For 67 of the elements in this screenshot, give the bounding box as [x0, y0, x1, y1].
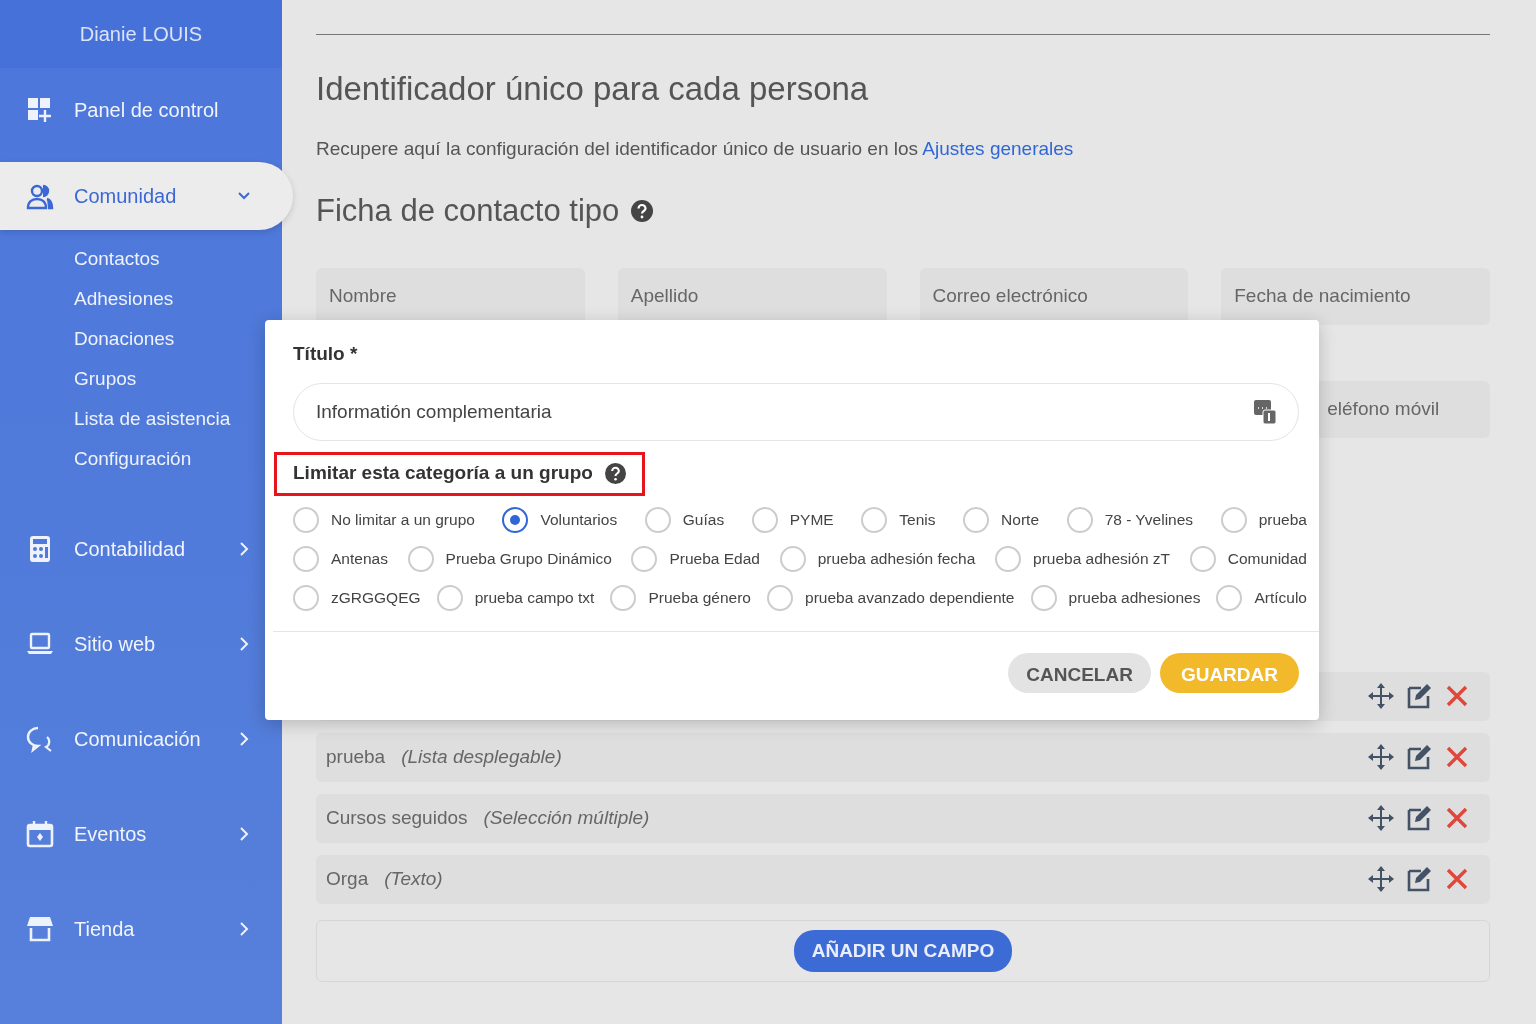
sidebar-item[interactable]: Eventos: [0, 809, 282, 859]
sidebar-item[interactable]: Contabilidad: [0, 524, 282, 574]
translate-icon: [1253, 398, 1277, 425]
people-icon: [26, 182, 54, 210]
edit-icon[interactable]: [1406, 805, 1432, 832]
edit-icon[interactable]: [1406, 866, 1432, 893]
grid-icon: [26, 96, 54, 124]
group-radio[interactable]: Prueba Edad: [631, 542, 760, 575]
edit-icon[interactable]: [1406, 744, 1432, 771]
edit-icon[interactable]: [1406, 683, 1432, 710]
intro-text: Recupere aquí la configuración del identificador único de usuario en los Ajustes generales: [316, 138, 1074, 160]
sidebar-item[interactable]: Sitio web: [0, 619, 282, 669]
group-radio[interactable]: No limitar a un grupo: [293, 503, 475, 536]
section-title: Ficha de contacto tipo: [316, 193, 620, 228]
sidebar-item[interactable]: Tienda: [0, 904, 282, 954]
user-name: Dianie LOUIS: [0, 0, 282, 68]
group-radio[interactable]: Tenis: [861, 503, 936, 536]
add-field-button[interactable]: AÑADIR UN CAMPO: [793, 929, 1013, 973]
group-radio[interactable]: prueba campo txt: [436, 581, 595, 614]
group-radio[interactable]: Prueba género: [610, 581, 751, 614]
field-chip[interactable]: Fecha de nacimiento: [1221, 267, 1490, 325]
group-radio[interactable]: Antenas: [293, 542, 388, 575]
field-type: (Lista desplegable): [401, 745, 562, 770]
group-radio[interactable]: Comunidad: [1189, 542, 1307, 575]
move-icon[interactable]: [1368, 744, 1394, 771]
move-icon[interactable]: [1368, 683, 1394, 710]
sidebar-item[interactable]: Comunidad: [0, 162, 293, 230]
store-icon: [26, 915, 54, 943]
group-radio[interactable]: 78 - Yvelines: [1066, 503, 1194, 536]
field-type: (Selección múltiple): [483, 806, 650, 831]
sidebar-item[interactable]: Comunicación: [0, 714, 282, 764]
group-radio[interactable]: prueba avanzado dependiente: [767, 581, 1015, 614]
chevron-icon: [238, 637, 250, 651]
submenu-item[interactable]: Adhesiones: [0, 279, 282, 319]
group-radio[interactable]: prueba adhesión zT: [995, 542, 1171, 575]
title-label: Título *: [293, 342, 359, 366]
chevron-icon: [238, 922, 250, 936]
submenu-item[interactable]: Contactos: [0, 239, 282, 279]
chevron-icon: [238, 827, 250, 841]
field-type: (Texto): [384, 867, 443, 892]
group-radio[interactable]: prueba adhesiones: [1030, 581, 1201, 614]
chevron-icon: [238, 542, 250, 556]
sidebar-item[interactable]: Panel de control: [0, 88, 282, 132]
field-name: Orga: [326, 867, 369, 892]
group-radio[interactable]: zGRGGQEG: [293, 581, 421, 614]
move-icon[interactable]: [1368, 866, 1394, 893]
group-label: Limitar esta categoría a un grupo: [293, 461, 593, 486]
group-radio[interactable]: Voluntarios: [502, 503, 618, 536]
field-name: prueba: [326, 745, 386, 770]
settings-link[interactable]: Ajustes generales: [922, 138, 1074, 160]
move-icon[interactable]: [1368, 805, 1394, 832]
help-icon: [631, 199, 654, 222]
chat-icon: [26, 725, 54, 753]
group-radio[interactable]: prueba: [1220, 503, 1307, 536]
field-name: Cursos seguidos: [326, 806, 468, 831]
group-radio[interactable]: Norte: [963, 503, 1039, 536]
group-radio[interactable]: prueba adhesión fecha: [779, 542, 976, 575]
calendar-icon: [26, 820, 54, 848]
group-radio[interactable]: Prueba Grupo Dinámico: [407, 542, 612, 575]
title-input[interactable]: Informatión complementaria: [293, 382, 1299, 441]
group-radio[interactable]: PYME: [751, 503, 834, 536]
chevron-icon: [238, 732, 250, 746]
group-radio[interactable]: Guías: [644, 503, 725, 536]
group-radio[interactable]: Artículo: [1216, 581, 1307, 614]
help-icon: [604, 463, 626, 484]
cancel-button[interactable]: CANCELAR: [1008, 652, 1151, 693]
page-title: Identificador único para cada persona: [316, 71, 870, 108]
